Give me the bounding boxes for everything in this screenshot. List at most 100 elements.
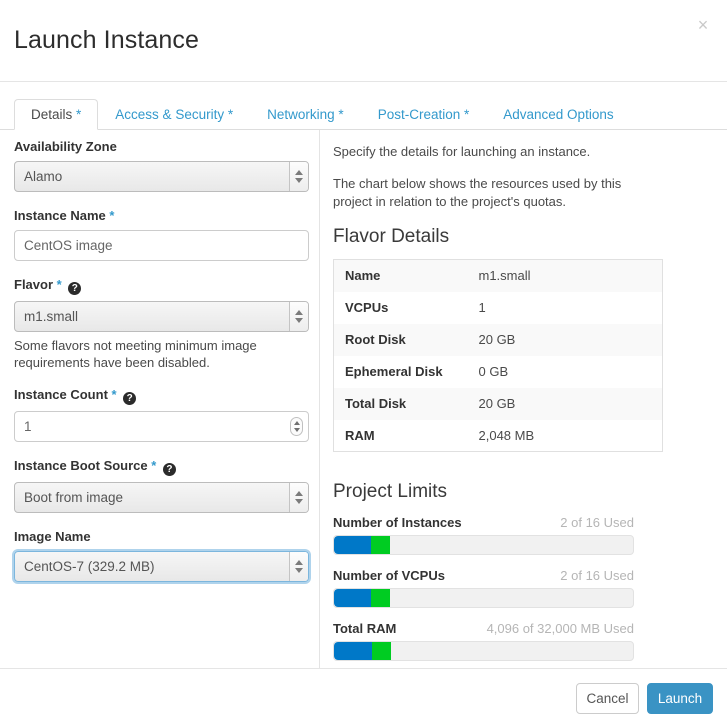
- table-row: Ephemeral Disk 0 GB: [333, 355, 663, 388]
- flavor-row-value: 20 GB: [478, 332, 516, 347]
- bar-segment-added: [371, 589, 391, 607]
- project-limit-ram-bar: [333, 641, 634, 661]
- project-limit-instances: Number of Instances 2 of 16 Used: [333, 514, 634, 555]
- tab-access-security-required: *: [227, 107, 234, 122]
- flavor-details-title: Flavor Details: [333, 226, 450, 247]
- flavor-label: Flavor * ?: [14, 277, 305, 295]
- tab-post-creation[interactable]: Post-Creation *: [361, 99, 487, 130]
- instance-count-label-text: Instance Count: [14, 387, 108, 402]
- project-limit-ram-label: Total RAM: [333, 621, 397, 636]
- details-form: Availability Zone Alamo Instance Name * …: [0, 130, 320, 668]
- bar-segment-used: [334, 589, 372, 607]
- instance-count-required: *: [111, 387, 117, 402]
- help-icon[interactable]: ?: [162, 463, 176, 476]
- project-limit-vcpus-label: Number of VCPUs: [333, 568, 445, 583]
- flavor-label-text: Flavor: [14, 277, 54, 292]
- flavor-row-name: Ephemeral Disk: [345, 364, 443, 379]
- instance-name-input[interactable]: [14, 230, 309, 261]
- tab-advanced-options[interactable]: Advanced Options: [486, 99, 630, 130]
- project-limits-title: Project Limits: [333, 481, 448, 502]
- intro-paragraph-2: The chart below shows the resources used…: [333, 176, 622, 209]
- instance-name-label: Instance Name *: [14, 208, 305, 224]
- project-limit-ram-head: Total RAM 4,096 of 32,000 MB Used: [333, 620, 634, 638]
- close-icon[interactable]: ×: [692, 14, 714, 36]
- bar-segment-used: [334, 536, 372, 554]
- tab-post-creation-required: *: [464, 107, 470, 122]
- flavor-field: m1.small: [14, 301, 309, 332]
- intro-paragraph-1: Specify the details for launching an ins…: [333, 144, 591, 159]
- instance-count-input[interactable]: [14, 411, 309, 442]
- project-limit-instances-used: 2 of 16 Used: [560, 515, 634, 530]
- flavor-row-name: VCPUs: [345, 300, 389, 315]
- bar-segment-added: [372, 642, 392, 660]
- tab-details[interactable]: Details *: [14, 99, 99, 130]
- project-limit-vcpus-used: 2 of 16 Used: [560, 568, 634, 583]
- project-limit-vcpus-head: Number of VCPUs 2 of 16 Used: [333, 567, 634, 585]
- tab-strip: Details * Access & Security * Networking…: [14, 99, 631, 130]
- flavor-details-table: Name m1.small VCPUs 1 Root Disk 20 GB Ep…: [333, 259, 663, 452]
- tab-access-security[interactable]: Access & Security *: [98, 99, 250, 130]
- availability-zone-select[interactable]: Alamo: [14, 161, 309, 192]
- instance-count-label: Instance Count * ?: [14, 387, 305, 405]
- tab-details-required: *: [76, 107, 82, 122]
- instance-boot-source-label-text: Instance Boot Source: [14, 458, 148, 473]
- project-limit-instances-bar: [333, 535, 634, 555]
- tab-advanced-options-label: Advanced Options: [503, 107, 614, 122]
- tab-networking-required: *: [338, 107, 344, 122]
- instance-boot-source-field: Boot from image: [14, 482, 309, 513]
- table-row: RAM 2,048 MB: [333, 419, 663, 452]
- flavor-row-name: Root Disk: [345, 332, 406, 347]
- flavor-row-name: Name: [345, 268, 381, 284]
- project-limit-ram-used: 4,096 of 32,000 MB Used: [486, 621, 634, 636]
- image-name-field: CentOS-7 (329.2 MB): [14, 551, 309, 582]
- table-row: Root Disk 20 GB: [333, 323, 663, 356]
- bar-segment-used: [334, 642, 373, 660]
- instance-boot-source-select[interactable]: Boot from image: [14, 482, 309, 513]
- availability-zone-field: Alamo: [14, 161, 309, 192]
- launch-button[interactable]: Launch: [647, 683, 713, 714]
- availability-zone-label: Availability Zone: [14, 139, 305, 155]
- table-row: Total Disk 20 GB: [333, 387, 663, 420]
- project-limit-instances-label: Number of Instances: [333, 515, 462, 530]
- flavor-row-value: 20 GB: [478, 396, 516, 411]
- tab-access-security-label: Access & Security: [115, 107, 225, 122]
- flavor-row-value: 0 GB: [478, 364, 509, 379]
- table-row: VCPUs 1: [333, 291, 663, 324]
- flavor-select[interactable]: m1.small: [14, 301, 309, 332]
- project-limit-vcpus: Number of VCPUs 2 of 16 Used: [333, 567, 634, 608]
- cancel-button[interactable]: Cancel: [576, 683, 639, 714]
- project-limit-instances-head: Number of Instances 2 of 16 Used: [333, 514, 634, 532]
- help-icon[interactable]: ?: [123, 392, 137, 405]
- instance-boot-source-label: Instance Boot Source * ?: [14, 458, 305, 476]
- instance-name-required: *: [109, 208, 115, 223]
- flavor-row-name: Total Disk: [345, 396, 407, 411]
- tab-networking[interactable]: Networking *: [250, 99, 361, 130]
- project-limit-ram: Total RAM 4,096 of 32,000 MB Used: [333, 620, 634, 661]
- bar-segment-added: [371, 536, 391, 554]
- project-limit-vcpus-bar: [333, 588, 634, 608]
- flavor-row-value: m1.small: [478, 268, 531, 284]
- flavor-row-value: 2,048 MB: [478, 427, 535, 443]
- instance-boot-source-required: *: [151, 458, 157, 473]
- details-info-panel: Specify the details for launching an ins…: [321, 130, 727, 668]
- flavor-row-value: 1: [478, 300, 486, 315]
- page-title: Launch Instance: [14, 26, 199, 54]
- help-icon[interactable]: ?: [68, 282, 82, 295]
- tab-networking-label: Networking: [267, 107, 335, 122]
- flavor-required: *: [56, 277, 62, 292]
- availability-zone-label-text: Availability Zone: [14, 139, 117, 154]
- image-name-label: Image Name: [14, 529, 305, 545]
- table-row: Name m1.small: [333, 259, 663, 292]
- modal-header: Launch Instance ×: [0, 0, 727, 82]
- quantity-stepper[interactable]: [290, 417, 303, 436]
- instance-name-label-text: Instance Name: [14, 208, 106, 223]
- instance-count-field: [14, 411, 309, 442]
- tab-post-creation-label: Post-Creation: [377, 107, 461, 122]
- flavor-hint: Some flavors not meeting minimum image r…: [14, 338, 257, 370]
- tab-bar: Details * Access & Security * Networking…: [0, 83, 727, 130]
- modal-body: Availability Zone Alamo Instance Name * …: [0, 130, 727, 668]
- image-name-select[interactable]: CentOS-7 (329.2 MB): [14, 551, 309, 582]
- modal-footer: Cancel Launch: [0, 668, 727, 727]
- tab-details-label: Details: [31, 107, 73, 122]
- image-name-label-text: Image Name: [14, 529, 91, 544]
